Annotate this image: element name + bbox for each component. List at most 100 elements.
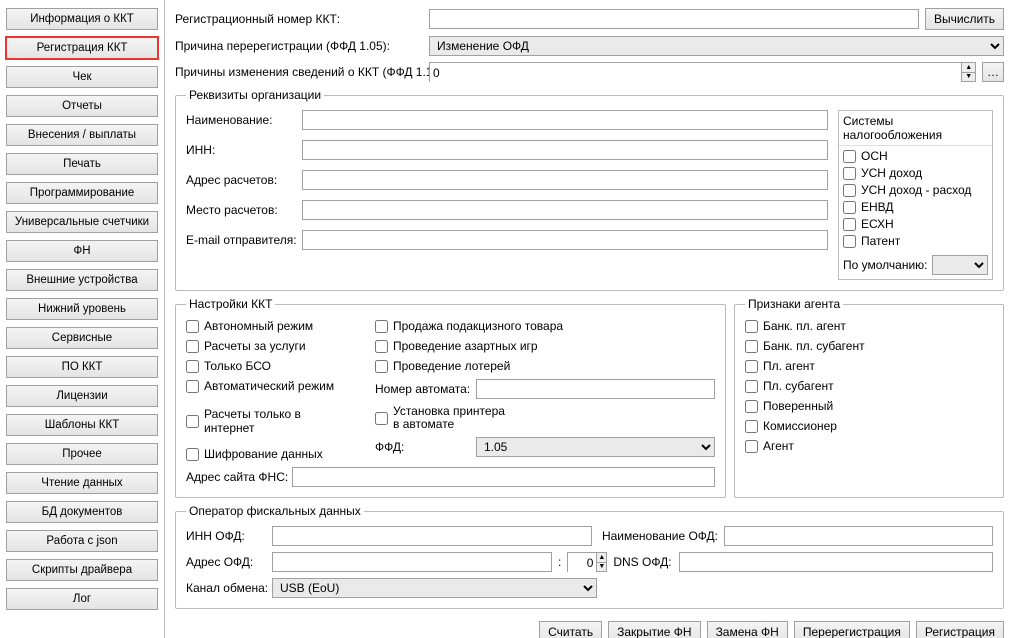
tax-item[interactable]: УСН доход (843, 166, 988, 180)
ofd-port-spinner[interactable]: ▲▼ (567, 552, 607, 572)
agent-item[interactable]: Агент (745, 439, 993, 453)
tax-item[interactable]: ЕСХН (843, 217, 988, 231)
agent-item[interactable]: Комиссионер (745, 419, 993, 433)
sidebar-item[interactable]: Регистрация ККТ (6, 37, 158, 59)
chevron-up-icon[interactable]: ▲ (597, 553, 606, 563)
ffd-select[interactable]: 1.05 (476, 437, 715, 457)
sidebar: Информация о ККТ Регистрация ККТ Чек Отч… (0, 0, 165, 638)
sidebar-item[interactable]: Информация о ККТ (6, 8, 158, 30)
cb-gambling[interactable]: Проведение азартных игр (375, 339, 715, 353)
close-fn-button[interactable]: Закрытие ФН (608, 621, 700, 638)
org-place-input[interactable] (302, 200, 828, 220)
sidebar-item[interactable]: Чек (6, 66, 158, 88)
org-place-label: Место расчетов: (186, 203, 296, 217)
tax-item[interactable]: Патент (843, 234, 988, 248)
change-reasons-input[interactable] (430, 63, 961, 83)
sidebar-item[interactable]: ФН (6, 240, 158, 262)
sidebar-item[interactable]: Универсальные счетчики (6, 211, 158, 233)
agent-item[interactable]: Пл. агент (745, 359, 993, 373)
sidebar-item[interactable]: Печать (6, 153, 158, 175)
cb-autonomous[interactable]: Автономный режим (186, 319, 351, 333)
ofd-addr-label: Адрес ОФД: (186, 555, 266, 569)
cb-only-bso[interactable]: Только БСО (186, 359, 351, 373)
org-inn-input[interactable] (302, 140, 828, 160)
chevron-up-icon[interactable]: ▲ (962, 63, 975, 73)
ofd-dns-input[interactable] (679, 552, 993, 572)
agent-item[interactable]: Поверенный (745, 399, 993, 413)
ofd-port-colon: : (558, 555, 561, 569)
ofd-channel-select[interactable]: USB (EoU) (272, 578, 597, 598)
sidebar-item[interactable]: ПО ККТ (6, 356, 158, 378)
org-name-input[interactable] (302, 110, 828, 130)
sidebar-item[interactable]: Внесения / выплаты (6, 124, 158, 146)
rereg-reason-select[interactable]: Изменение ОФД (429, 36, 1004, 56)
cb-services[interactable]: Расчеты за услуги (186, 339, 351, 353)
reg-num-input[interactable] (429, 9, 919, 29)
cb-auto-mode[interactable]: Автоматический режим (186, 379, 351, 393)
change-reasons-label: Причины изменения сведений о ККТ (ФФД 1.… (175, 65, 423, 79)
sidebar-item[interactable]: Лицензии (6, 385, 158, 407)
kkt-legend: Настройки ККТ (186, 297, 275, 311)
sidebar-item[interactable]: Нижний уровень (6, 298, 158, 320)
change-reasons-ellipsis-button[interactable]: … (982, 62, 1004, 82)
read-button[interactable]: Считать (539, 621, 602, 638)
sidebar-item[interactable]: Работа с json (6, 530, 158, 552)
sidebar-item[interactable]: БД документов (6, 501, 158, 523)
sidebar-item[interactable]: Внешние устройства (6, 269, 158, 291)
tax-default-label: По умолчанию: (843, 258, 928, 272)
cb-encrypt[interactable]: Шифрование данных (186, 447, 351, 461)
org-addr-label: Адрес расчетов: (186, 173, 296, 187)
ffd-label: ФФД: (375, 440, 470, 454)
org-addr-input[interactable] (302, 170, 828, 190)
replace-fn-button[interactable]: Замена ФН (707, 621, 788, 638)
chevron-down-icon[interactable]: ▼ (962, 73, 975, 82)
agent-item[interactable]: Пл. субагент (745, 379, 993, 393)
ofd-port-input[interactable] (568, 553, 596, 573)
autonum-input[interactable] (476, 379, 715, 399)
agent-item[interactable]: Банк. пл. агент (745, 319, 993, 333)
sidebar-item[interactable]: Прочее (6, 443, 158, 465)
fns-label: Адрес сайта ФНС: (186, 470, 286, 484)
reg-num-label: Регистрационный номер ККТ: (175, 12, 423, 26)
chevron-down-icon[interactable]: ▼ (597, 563, 606, 572)
cb-excise[interactable]: Продажа подакцизного товара (375, 319, 715, 333)
sidebar-item[interactable]: Программирование (6, 182, 158, 204)
ofd-addr-input[interactable] (272, 552, 552, 572)
agent-fieldset: Признаки агента Банк. пл. агент Банк. пл… (734, 297, 1004, 498)
org-legend: Реквизиты организации (186, 88, 324, 102)
footer-buttons: Считать Закрытие ФН Замена ФН Перерегист… (175, 621, 1004, 638)
reg-button[interactable]: Регистрация (916, 621, 1004, 638)
tax-systems-title: Системы налогообложения (839, 111, 992, 146)
ofd-channel-label: Канал обмена: (186, 581, 266, 595)
spinner-arrows[interactable]: ▲▼ (961, 63, 975, 81)
ofd-name-input[interactable] (724, 526, 993, 546)
ofd-dns-label: DNS ОФД: (613, 555, 673, 569)
tax-default-select[interactable] (932, 255, 989, 275)
spinner-arrows[interactable]: ▲▼ (596, 553, 606, 571)
agent-legend: Признаки агента (745, 297, 843, 311)
sidebar-item[interactable]: Отчеты (6, 95, 158, 117)
ofd-fieldset: Оператор фискальных данных ИНН ОФД: Наим… (175, 504, 1004, 609)
sidebar-item[interactable]: Шаблоны ККТ (6, 414, 158, 436)
sidebar-item[interactable]: Сервисные (6, 327, 158, 349)
change-reasons-spinner[interactable]: ▲▼ (429, 62, 976, 82)
cb-printer-in-auto[interactable]: Установка принтера в автомате (375, 405, 715, 431)
ofd-legend: Оператор фискальных данных (186, 504, 364, 518)
ofd-inn-input[interactable] (272, 526, 592, 546)
rereg-button[interactable]: Перерегистрация (794, 621, 910, 638)
tax-item[interactable]: ОСН (843, 149, 988, 163)
sidebar-item[interactable]: Скрипты драйвера (6, 559, 158, 581)
tax-systems-box: Системы налогообложения ОСН УСН доход УС… (838, 110, 993, 280)
tax-item[interactable]: ЕНВД (843, 200, 988, 214)
cb-lottery[interactable]: Проведение лотерей (375, 359, 715, 373)
tax-item[interactable]: УСН доход - расход (843, 183, 988, 197)
org-email-input[interactable] (302, 230, 828, 250)
fns-input[interactable] (292, 467, 715, 487)
org-inn-label: ИНН: (186, 143, 296, 157)
ofd-name-label: Наименование ОФД: (598, 529, 718, 543)
cb-internet-only[interactable]: Расчеты только в интернет (186, 407, 351, 435)
sidebar-item[interactable]: Чтение данных (6, 472, 158, 494)
agent-item[interactable]: Банк. пл. субагент (745, 339, 993, 353)
sidebar-item[interactable]: Лог (6, 588, 158, 610)
calc-button[interactable]: Вычислить (925, 8, 1004, 30)
